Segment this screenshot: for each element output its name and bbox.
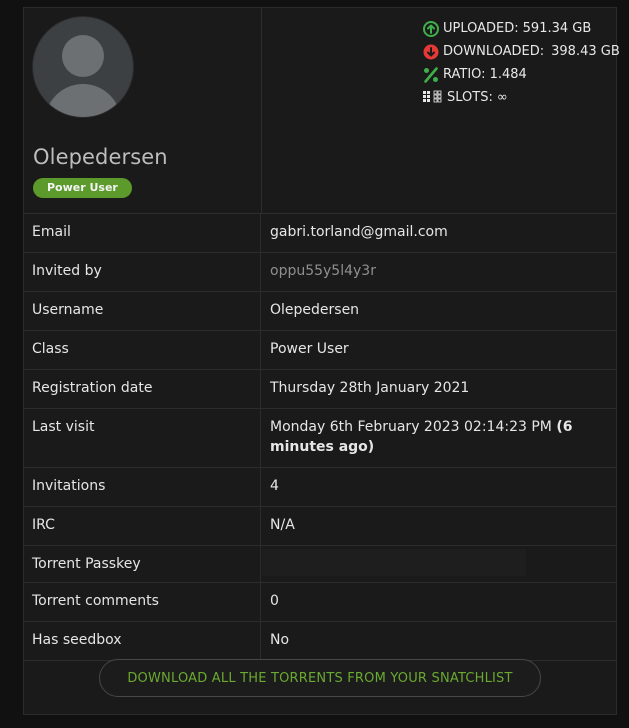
class-badge: Power User xyxy=(33,178,132,198)
uploaded-stat: UPLOADED: 591.34 GB xyxy=(423,17,620,40)
info-row-class: Class Power User xyxy=(24,331,616,370)
info-row-passkey: Torrent Passkey xyxy=(24,546,616,583)
download-snatchlist-button[interactable]: DOWNLOAD ALL THE TORRENTS FROM YOUR SNAT… xyxy=(99,659,541,697)
profile-info-table: Email gabri.torland@gmail.com Invited by… xyxy=(24,214,616,661)
arrow-down-circle-icon xyxy=(423,44,439,60)
invited-by-label: Invited by xyxy=(24,253,261,291)
invitations-value: 4 xyxy=(270,478,279,494)
user-profile-panel: Olepedersen Power User UPLOADED: 591.34 … xyxy=(23,7,620,715)
irc-label: IRC xyxy=(24,507,261,545)
info-row-email: Email gabri.torland@gmail.com xyxy=(24,214,616,253)
uploaded-label: UPLOADED: xyxy=(443,21,519,36)
ratio-stat: RATIO: 1.484 xyxy=(423,63,620,86)
last-visit-label: Last visit xyxy=(24,409,261,467)
email-value: gabri.torland@gmail.com xyxy=(270,224,448,240)
username-value: Olepedersen xyxy=(270,302,360,318)
transfer-stats: UPLOADED: 591.34 GB DOWNLOADED: 398.43 G… xyxy=(423,17,620,109)
inviter-username[interactable]: oppu55y5l4y3r xyxy=(270,263,376,279)
invitations-label: Invitations xyxy=(24,468,261,506)
comments-label: Torrent comments xyxy=(24,583,261,621)
last-visit-value: Monday 6th February 2023 02:14:23 PM (6 … xyxy=(261,407,616,467)
info-row-comments: Torrent comments 0 xyxy=(24,583,616,622)
profile-username: Olepedersen xyxy=(33,145,168,169)
percent-icon xyxy=(423,66,439,83)
info-row-registration: Registration date Thursday 28th January … xyxy=(24,370,616,409)
uploaded-value: 591.34 GB xyxy=(522,21,592,36)
info-row-invited-by: Invited by oppu55y5l4y3r xyxy=(24,253,616,292)
registration-label: Registration date xyxy=(24,370,261,408)
email-label: Email xyxy=(24,214,261,252)
profile-header: Olepedersen Power User UPLOADED: 591.34 … xyxy=(24,8,620,214)
ratio-label: RATIO: xyxy=(443,67,486,82)
info-row-last-visit: Last visit Monday 6th February 2023 02:1… xyxy=(24,409,616,468)
info-row-seedbox: Has seedbox No xyxy=(24,622,616,661)
invited-by-link[interactable]: oppu55y5l4y3r xyxy=(261,251,616,291)
registration-value: Thursday 28th January 2021 xyxy=(270,380,470,396)
username-label: Username xyxy=(24,292,261,330)
downloaded-value: 398.43 GB xyxy=(551,44,620,59)
info-row-irc: IRC N/A xyxy=(24,507,616,546)
slots-value: ∞ xyxy=(496,90,508,105)
downloaded-label: DOWNLOADED: xyxy=(443,44,545,59)
arrow-up-circle-icon xyxy=(423,20,439,37)
ratio-value: 1.484 xyxy=(489,67,527,82)
passkey-label: Torrent Passkey xyxy=(24,546,261,582)
seedbox-value: No xyxy=(270,632,290,648)
info-row-invitations: Invitations 4 xyxy=(24,468,616,507)
seedbox-label: Has seedbox xyxy=(24,622,261,660)
irc-value: N/A xyxy=(270,517,295,533)
slots-label: SLOTS: xyxy=(447,90,493,105)
class-value: Power User xyxy=(270,341,349,357)
slots-stat: SLOTS: ∞ xyxy=(423,86,620,109)
header-divider xyxy=(261,8,262,213)
downloaded-stat: DOWNLOADED: 398.43 GB xyxy=(423,40,620,63)
avatar xyxy=(32,16,134,118)
passkey-hidden-field[interactable] xyxy=(262,549,526,576)
comments-value: 0 xyxy=(270,593,279,609)
info-row-username: Username Olepedersen xyxy=(24,292,616,331)
last-visit-date: Monday 6th February 2023 02:14:23 PM xyxy=(270,419,552,435)
slots-grid-icon xyxy=(423,90,443,106)
class-label: Class xyxy=(24,331,261,369)
